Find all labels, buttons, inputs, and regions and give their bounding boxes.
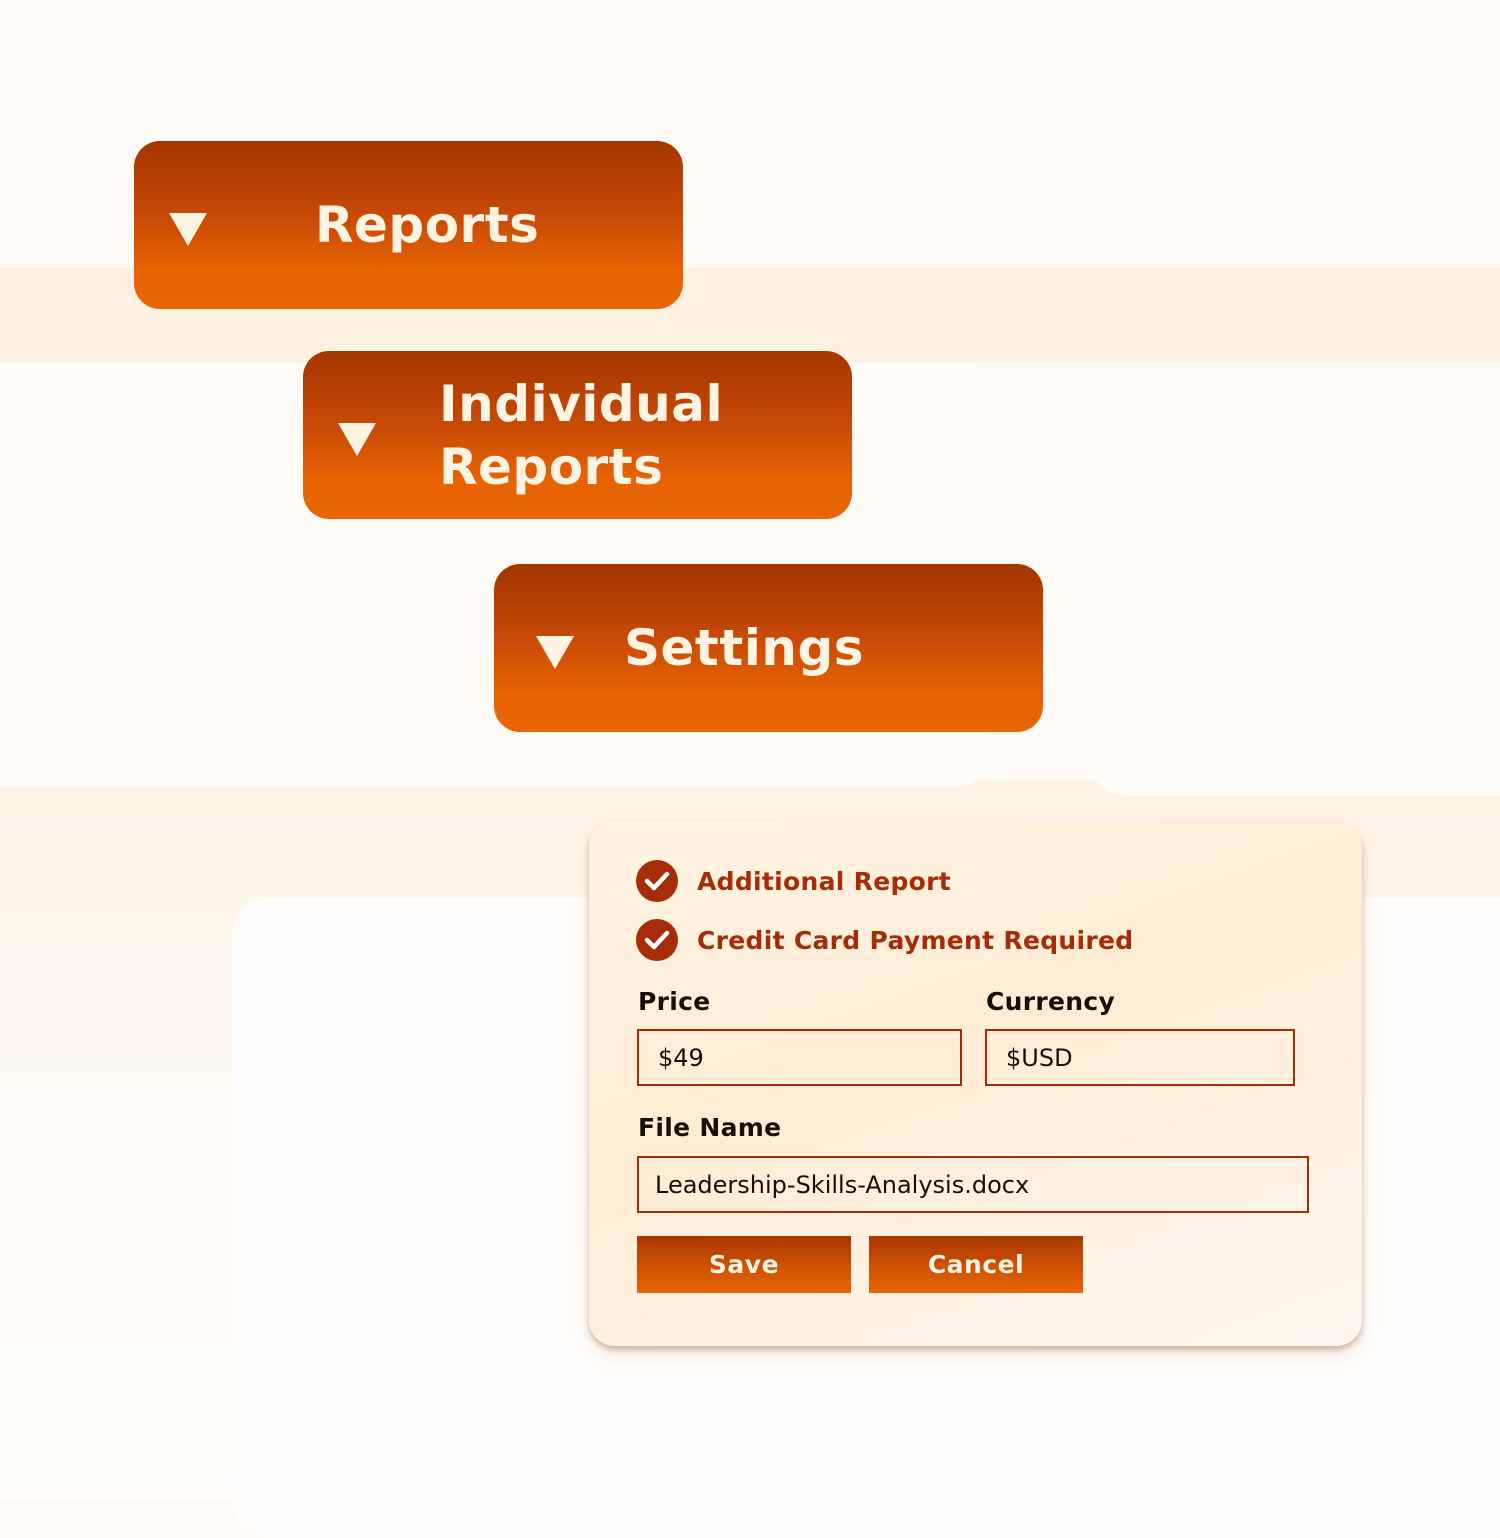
caret-down-icon xyxy=(536,636,574,669)
caret-down-icon xyxy=(169,213,207,246)
save-button[interactable]: Save xyxy=(637,1236,851,1293)
cancel-button[interactable]: Cancel xyxy=(869,1236,1083,1293)
check-circle-icon xyxy=(636,919,678,961)
file-name-input[interactable] xyxy=(637,1156,1309,1213)
price-label: Price xyxy=(638,987,711,1016)
checkbox-label: Credit Card Payment Required xyxy=(697,925,1134,955)
background-panel xyxy=(1088,376,1500,796)
menu-item-label: Settings xyxy=(624,619,865,677)
file-name-label: File Name xyxy=(638,1113,782,1142)
additional-report-checkbox[interactable]: Additional Report xyxy=(636,859,951,903)
settings-form-card: Additional Report Credit Card Payment Re… xyxy=(589,821,1362,1346)
caret-down-icon xyxy=(338,423,376,456)
checkbox-label: Additional Report xyxy=(697,866,952,896)
price-input[interactable] xyxy=(637,1029,962,1086)
currency-label: Currency xyxy=(986,987,1116,1016)
credit-card-required-checkbox[interactable]: Credit Card Payment Required xyxy=(636,918,1133,962)
menu-item-label: Individual Reports xyxy=(439,375,724,496)
currency-input[interactable] xyxy=(985,1029,1295,1086)
check-circle-icon xyxy=(636,860,678,902)
menu-item-label: Reports xyxy=(315,196,540,254)
